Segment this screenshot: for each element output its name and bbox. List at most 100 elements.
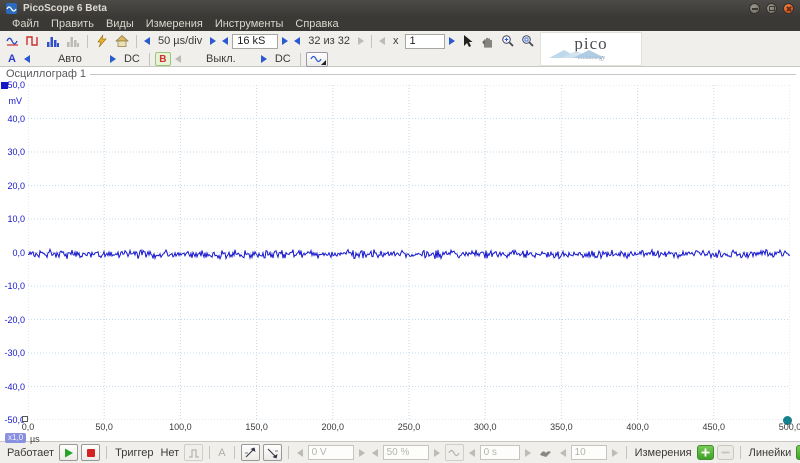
pico-brand-text: pico xyxy=(574,37,607,51)
buffer-position: 32 из 32 xyxy=(304,35,354,47)
x-tick-label: 200,0 xyxy=(322,422,345,432)
menu-edit[interactable]: Править xyxy=(45,18,100,30)
channel-b-label: B xyxy=(159,54,166,65)
toolbar-channels: A Авто DC B Выкл. DC xyxy=(0,51,800,67)
menu-tools[interactable]: Инструменты xyxy=(209,18,290,30)
trigger-source-label: A xyxy=(216,447,227,459)
rising-edge-icon xyxy=(244,446,257,459)
scope-plot[interactable] xyxy=(28,85,790,420)
zoom-factor-input[interactable] xyxy=(405,34,445,49)
trigger-mode-select[interactable]: Нет xyxy=(158,447,181,459)
y-tick-label: 40,0 xyxy=(7,114,25,124)
home-icon[interactable] xyxy=(113,33,131,49)
channel-b-button[interactable]: B xyxy=(155,52,171,66)
toolbar-main: 50 µs/div 32 из 32 x xyxy=(0,31,800,51)
x-tick-label: 300,0 xyxy=(474,422,497,432)
toolbar-area: 50 µs/div 32 из 32 x xyxy=(0,31,800,67)
start-capture-button[interactable] xyxy=(59,444,78,461)
timebase-next-button[interactable] xyxy=(210,37,216,45)
x-tick-label: 500,0 xyxy=(779,422,800,432)
samples-decrease-button[interactable] xyxy=(222,37,228,45)
falling-edge-button[interactable] xyxy=(263,444,282,461)
y-tick-label: -30,0 xyxy=(4,348,25,358)
capture-count-increase xyxy=(612,449,618,457)
y-axis: mV 50,040,030,020,010,00,0-10,0-20,0-30,… xyxy=(0,85,27,420)
x-tick-label: 150,0 xyxy=(245,422,268,432)
run-status-label: Работает xyxy=(5,447,56,459)
close-button[interactable] xyxy=(783,3,794,14)
y-tick-label: 0,0 xyxy=(12,248,25,258)
capture-count-input xyxy=(571,445,607,460)
rulers-label: Линейки xyxy=(747,447,794,459)
statusbar: Работает Триггер Нет A Измерения Лине xyxy=(0,441,800,463)
square-wave-view-icon[interactable] xyxy=(24,33,42,49)
trigger-timeout-icon xyxy=(445,444,464,461)
y-tick-label: 50,0 xyxy=(7,80,25,90)
scope-view-icon[interactable] xyxy=(4,33,22,49)
trigger-delay-increase xyxy=(525,449,531,457)
pretrigger-pct-increase xyxy=(434,449,440,457)
menu-help[interactable]: Справка xyxy=(289,18,344,30)
zoom-in-icon[interactable] xyxy=(499,33,517,49)
timebase-value[interactable]: 50 µs/div xyxy=(154,35,206,47)
trigger-level-input xyxy=(308,445,354,460)
rapid-capture-icon xyxy=(536,444,555,461)
zoom-decrease-button xyxy=(379,37,385,45)
titlebar[interactable]: PicoScope 6 Beta xyxy=(0,0,800,16)
trigger-delay-decrease xyxy=(469,449,475,457)
channel-b-range-prev-button xyxy=(175,55,181,63)
waveform-canvas xyxy=(28,85,790,420)
x-tick-label: 100,0 xyxy=(169,422,192,432)
stop-capture-button[interactable] xyxy=(81,444,100,461)
trigger-level-decrease xyxy=(297,449,303,457)
y-tick-label: -40,0 xyxy=(4,382,25,392)
dropdown-corner-icon xyxy=(321,60,326,65)
channel-a-label[interactable]: A xyxy=(4,53,20,65)
samples-input[interactable] xyxy=(232,34,278,49)
pointer-tool-icon[interactable] xyxy=(459,33,477,49)
y-tick-label: 30,0 xyxy=(7,147,25,157)
menu-file[interactable]: Файл xyxy=(6,18,45,30)
falling-edge-icon xyxy=(266,446,279,459)
menu-views[interactable]: Виды xyxy=(100,18,140,30)
trigger-label: Триггер xyxy=(113,447,155,459)
trigger-delay-input xyxy=(480,445,520,460)
channel-a-range-prev-button[interactable] xyxy=(24,55,30,63)
remove-measurement-button xyxy=(717,445,734,460)
buffer-next-button xyxy=(358,37,364,45)
channel-b-coupling[interactable]: DC xyxy=(271,53,295,65)
timebase-prev-button[interactable] xyxy=(144,37,150,45)
pico-wave-icon xyxy=(549,50,609,58)
add-measurement-button[interactable] xyxy=(697,445,714,460)
single-trigger-icon xyxy=(184,444,203,461)
y-tick-label: 20,0 xyxy=(7,181,25,191)
maximize-button[interactable] xyxy=(766,3,777,14)
minimize-button[interactable] xyxy=(749,3,760,14)
hand-tool-icon[interactable] xyxy=(479,33,497,49)
zoom-box-icon[interactable] xyxy=(519,33,537,49)
rising-edge-button[interactable] xyxy=(241,444,260,461)
groupbox-line xyxy=(88,74,796,75)
samples-increase-button[interactable] xyxy=(282,37,288,45)
spectrum-view-icon[interactable] xyxy=(44,33,62,49)
signal-generator-button[interactable] xyxy=(306,52,328,67)
zoom-increase-button[interactable] xyxy=(449,37,455,45)
channel-b-range-next-button[interactable] xyxy=(261,55,267,63)
lightning-icon[interactable] xyxy=(93,33,111,49)
x-axis: 0,050,0100,0150,0200,0250,0300,0350,0400… xyxy=(28,422,790,434)
rulers-toggle-button[interactable] xyxy=(796,445,800,460)
channel-a-range[interactable]: Авто xyxy=(34,53,106,65)
x-tick-label: 250,0 xyxy=(398,422,421,432)
y-tick-label: 10,0 xyxy=(7,214,25,224)
channel-a-coupling[interactable]: DC xyxy=(120,53,144,65)
menubar: Файл Править Виды Измерения Инструменты … xyxy=(0,16,800,31)
buffer-prev-button[interactable] xyxy=(294,37,300,45)
pico-logo: pico Technology xyxy=(540,32,642,66)
pretrigger-pct-input xyxy=(383,445,429,460)
menu-measurements[interactable]: Измерения xyxy=(140,18,209,30)
measurements-label: Измерения xyxy=(633,447,694,459)
y-axis-unit: mV xyxy=(9,96,23,106)
channel-a-range-next-button[interactable] xyxy=(110,55,116,63)
channel-b-range[interactable]: Выкл. xyxy=(185,53,257,65)
spectrum-view-disabled-icon xyxy=(64,33,82,49)
